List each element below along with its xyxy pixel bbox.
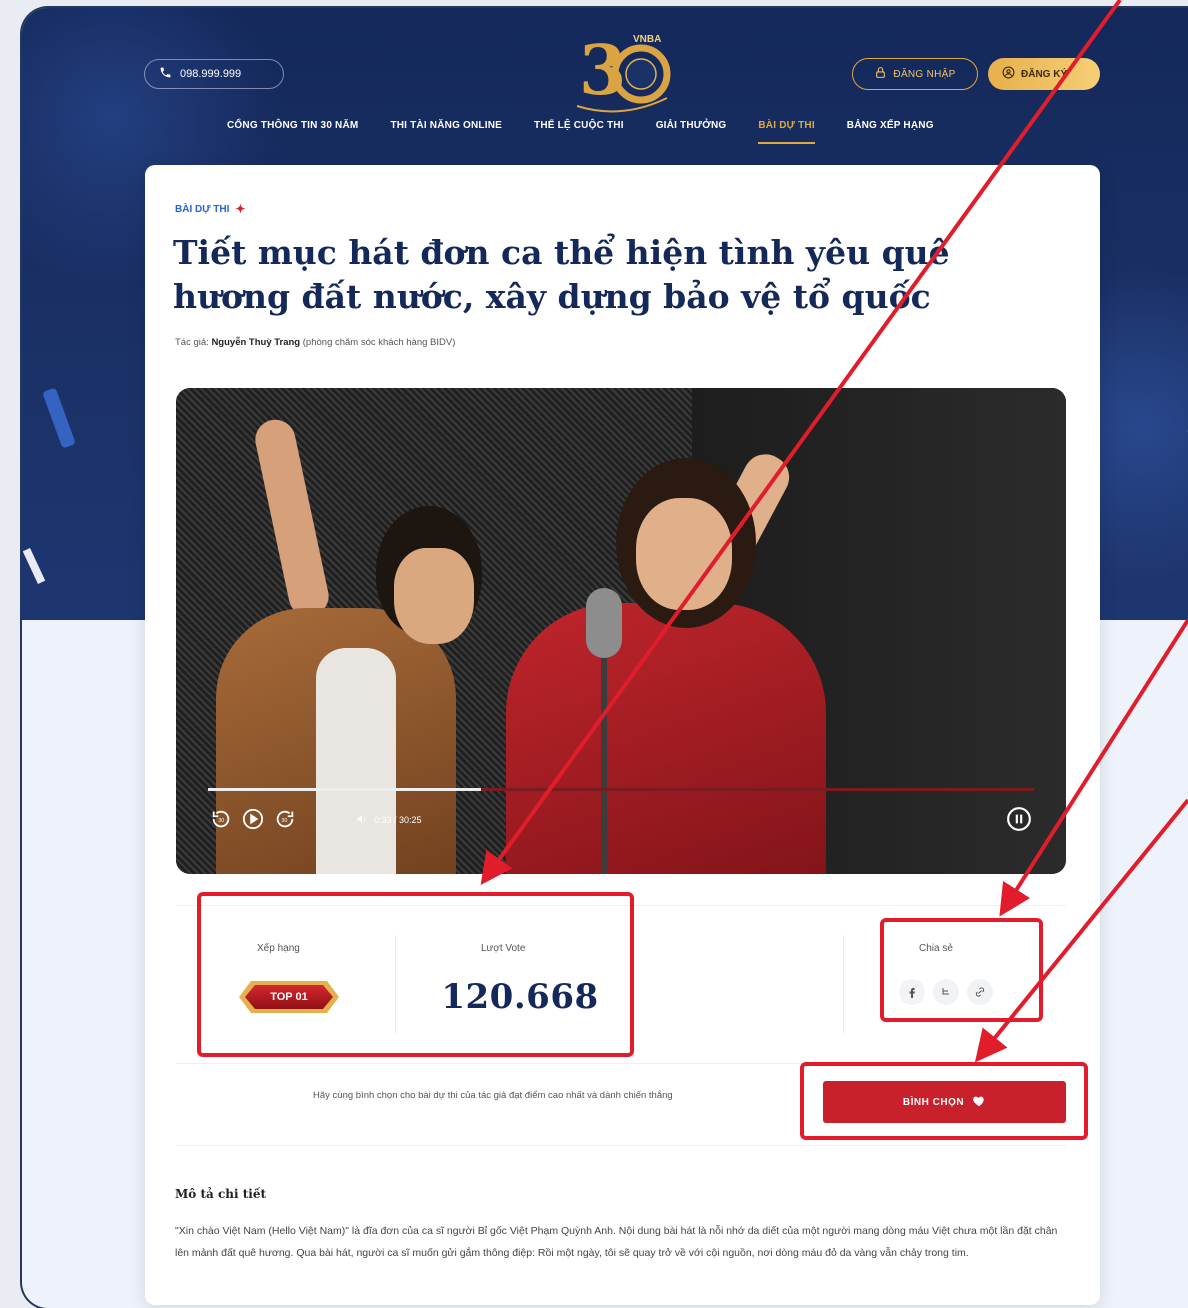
divider [843,935,844,1035]
author-department: (phòng chăm sóc khách hàng BIDV) [302,337,456,348]
register-label: ĐĂNG KÝ [1021,68,1068,80]
vote-prompt: Hãy cùng bình chọn cho bài dự thi của tá… [313,1090,673,1101]
login-label: ĐĂNG NHẬP [893,68,956,80]
video-frame [316,648,396,874]
volume-control[interactable]: 0:33 / 30:25 [356,813,422,827]
entry-title: Tiết mục hát đơn ca thể hiện tình yêu qu… [173,233,950,316]
video-frame [506,603,826,874]
video-progress-fill[interactable] [208,788,481,791]
divider [176,1145,1066,1146]
svg-text:VNBA: VNBA [633,34,661,45]
phone-button[interactable]: 098.999.999 [144,59,284,89]
video-frame [394,548,474,644]
pause-icon[interactable] [1006,806,1032,832]
annotation-box-share [880,918,1043,1022]
vnba-30-logo[interactable]: 3 VNBA [567,28,677,116]
video-controls: 30 30 [210,808,296,830]
author-line: Tác giả: Nguyễn Thuỳ Trang (phòng chăm s… [175,337,455,348]
login-button[interactable]: ĐĂNG NHẬP [852,58,978,90]
decoration-spark [22,547,46,585]
description-text: "Xin chào Việt Nam (Hello Việt Nam)" là … [175,1225,1058,1259]
annotation-box-vote [800,1062,1088,1140]
video-time: 0:33 / 30:25 [374,815,422,825]
main-nav: CỔNG THÔNG TIN 30 NĂM THI TÀI NĂNG ONLIN… [227,120,966,144]
lock-icon [874,66,887,82]
nav-item-prizes[interactable]: GIẢI THƯỞNG [656,120,727,144]
svg-text:30: 30 [281,818,287,824]
rewind-icon[interactable]: 30 [210,808,232,830]
nav-item-rules[interactable]: THỂ LỆ CUỘC THI [534,120,624,144]
forward-icon[interactable]: 30 [274,808,296,830]
user-icon [1002,66,1015,82]
decoration-ribbon [42,387,76,449]
category-label: BÀI DỰ THI ✦ [175,202,245,216]
microphone [586,588,622,658]
register-button[interactable]: ĐĂNG KÝ [988,58,1100,90]
annotation-box-stats [197,892,634,1057]
author-prefix: Tác giả: [175,337,209,348]
description-title: Mô tả chi tiết [175,1187,267,1201]
category-text: BÀI DỰ THI [175,203,230,215]
sparkle-icon: ✦ [235,202,246,216]
microphone-stand [601,658,607,874]
nav-item-portal[interactable]: CỔNG THÔNG TIN 30 NĂM [227,120,358,144]
play-icon[interactable] [242,808,264,830]
phone-number: 098.999.999 [180,68,242,80]
svg-text:30: 30 [218,818,224,824]
video-frame [636,498,732,610]
author-name: Nguyễn Thuỳ Trang [211,337,301,348]
volume-icon[interactable] [356,813,368,827]
phone-icon [159,66,172,82]
nav-item-entries[interactable]: BÀI DỰ THI [758,120,816,144]
video-player[interactable]: 30 30 0:33 / 30:25 [176,388,1066,874]
nav-item-online-contest[interactable]: THI TÀI NĂNG ONLINE [390,120,502,144]
nav-item-leaderboard[interactable]: BẢNG XẾP HẠNG [847,120,934,144]
svg-text:3: 3 [579,31,626,111]
